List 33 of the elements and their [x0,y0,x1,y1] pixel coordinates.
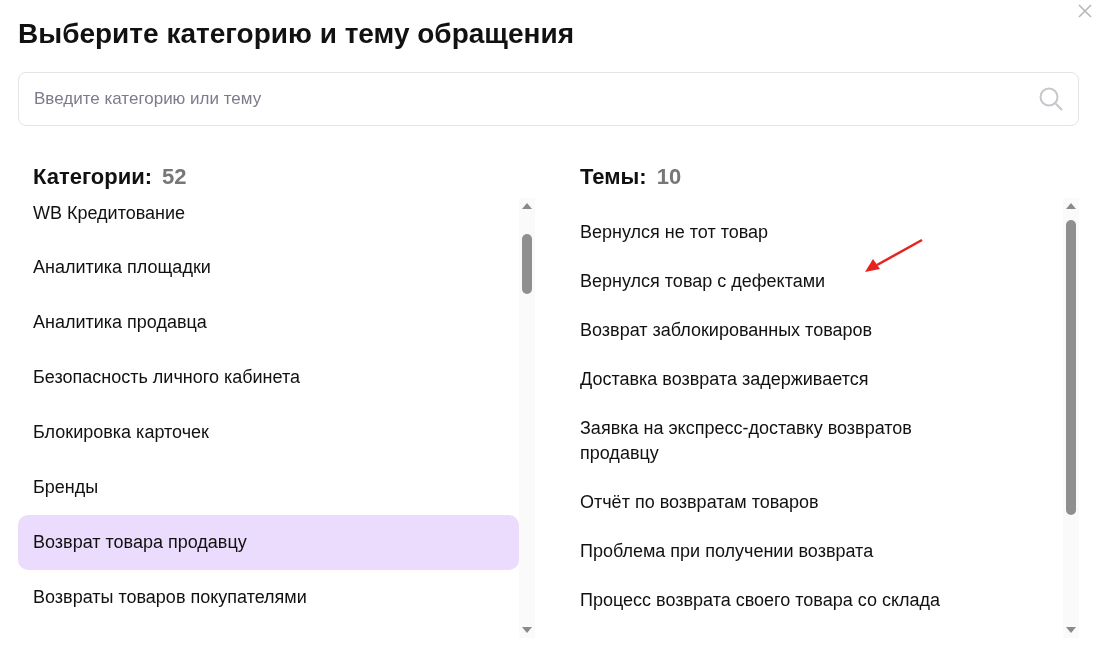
scroll-thumb[interactable] [1066,220,1076,515]
category-item[interactable]: Безопасность личного кабинета [18,350,519,405]
topic-item[interactable]: Процесс возврата своего товара со склада [580,576,1020,625]
topic-item[interactable]: Доставка возврата задерживается [580,355,1020,404]
topic-item[interactable]: Заявка на экспресс-доставку возвратов продавцу [580,404,1020,478]
scrollbar[interactable] [1063,198,1079,638]
categories-heading: Категории: [33,163,153,191]
close-icon[interactable] [1077,3,1093,19]
scroll-down-icon[interactable] [1065,626,1077,634]
scroll-thumb[interactable] [522,234,532,294]
topics-count: 10 [656,163,682,191]
category-item[interactable]: Бренды [18,460,519,515]
categories-count: 52 [162,163,187,191]
arrow-annotation [863,238,925,274]
scrollbar[interactable] [519,198,535,638]
category-item[interactable]: Возвраты товаров покупателями [18,570,519,625]
scroll-up-icon[interactable] [1065,202,1077,210]
topic-item[interactable]: Вернулся не тот товар [580,208,1020,257]
dialog-title: Выберите категорию и тему обращения [18,17,575,51]
category-item[interactable]: WB Кредитование [18,198,519,228]
topic-item[interactable]: Проблема при получении возврата [580,527,1020,576]
topics-heading: Темы: [580,163,647,191]
search-icon[interactable] [1038,86,1064,112]
topic-item[interactable]: Вернулся товар с дефектами [580,257,1020,306]
category-item[interactable]: Аналитика площадки [18,240,519,295]
category-item[interactable]: Блокировка карточек [18,405,519,460]
category-item[interactable]: Аналитика продавца [18,295,519,350]
scroll-up-icon[interactable] [521,202,533,210]
category-item[interactable]: Возврат товара продавцу [18,515,519,570]
topic-item[interactable]: Возврат заблокированных товаров [580,306,1020,355]
search-field[interactable]: Введите категорию или тему [18,72,1079,126]
scroll-down-icon[interactable] [521,626,533,634]
topic-item[interactable]: Отчёт по возвратам товаров [580,478,1020,527]
